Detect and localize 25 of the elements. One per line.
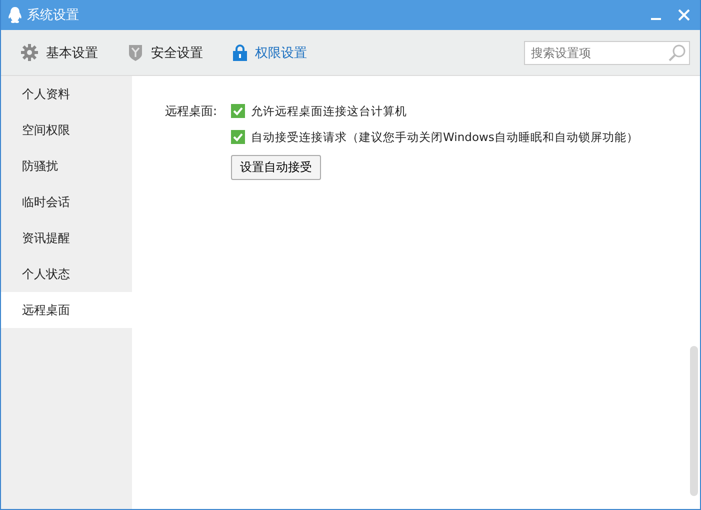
settings-tab[interactable]: 权限设置 [233, 44, 307, 62]
sidebar-item[interactable]: 个人资料 [1, 76, 132, 112]
checkbox-label: 自动接受连接请求（建议您手动关闭Windows自动睡眠和自动锁屏功能） [251, 129, 638, 145]
close-icon[interactable] [678, 9, 690, 21]
checkbox[interactable] [231, 130, 246, 144]
scrollbar-thumb[interactable] [690, 346, 698, 496]
sidebar-item[interactable]: 空间权限 [1, 112, 132, 148]
sidebar-item[interactable]: 个人状态 [1, 256, 132, 292]
shield-icon [128, 44, 143, 61]
gear-icon [21, 44, 38, 61]
penguin-icon [8, 6, 22, 24]
sidebar-item[interactable]: 临时会话 [1, 184, 132, 220]
window-title: 系统设置 [27, 7, 79, 24]
settings-tab[interactable]: 安全设置 [128, 44, 203, 62]
lock-icon [233, 44, 247, 61]
auto-accept-button[interactable]: 设置自动接受 [231, 155, 322, 180]
settings-tab[interactable]: 基本设置 [21, 44, 98, 62]
sidebar-item[interactable]: 防骚扰 [1, 148, 132, 184]
section-label: 远程桌面: [165, 103, 218, 120]
search-field[interactable]: 搜索设置项 [524, 40, 690, 64]
sidebar-item[interactable]: 远程桌面 [1, 292, 132, 328]
search-icon [668, 44, 686, 62]
sidebar-item[interactable]: 资讯提醒 [1, 220, 132, 256]
checkbox[interactable] [231, 104, 246, 118]
checkbox-label: 允许远程桌面连接这台计算机 [251, 103, 408, 119]
